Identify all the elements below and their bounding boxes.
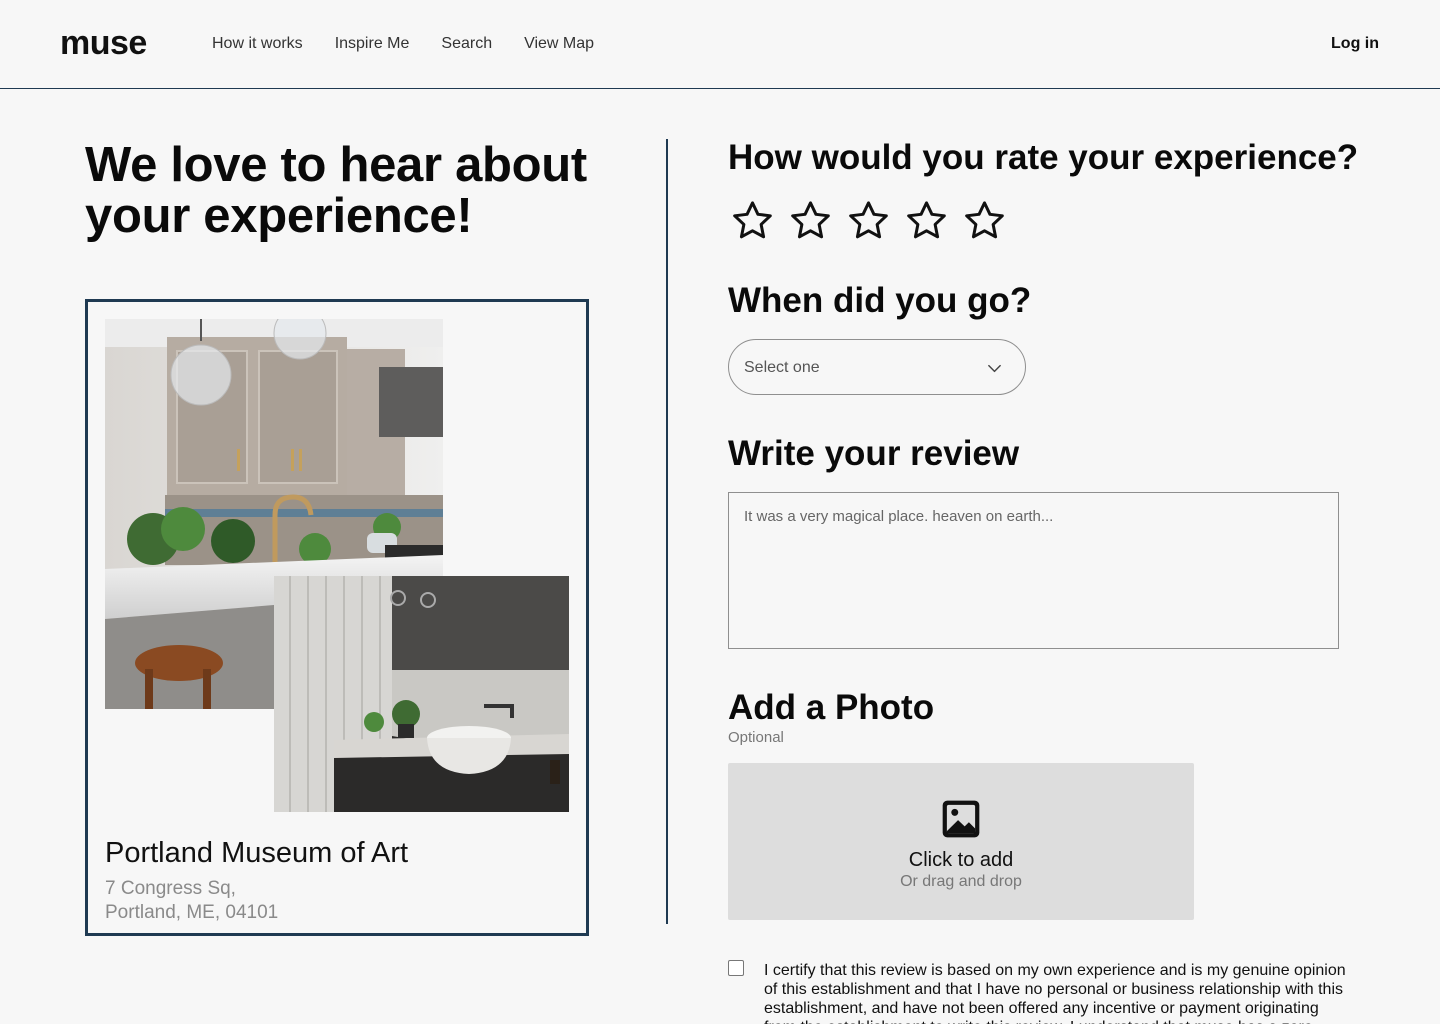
login-link[interactable]: Log in [1331, 35, 1379, 53]
top-navigation-bar: muse How it works Inspire Me Search View… [0, 0, 1440, 89]
star-outline-icon[interactable] [846, 198, 891, 243]
star-outline-icon[interactable] [962, 198, 1007, 243]
star-outline-icon[interactable] [730, 198, 775, 243]
place-card: Portland Museum of Art 7 Congress Sq, Po… [85, 299, 589, 936]
main-nav: How it works Inspire Me Search View Map [212, 35, 594, 53]
optional-label: Optional [728, 729, 784, 746]
muse-logo[interactable]: muse [60, 24, 147, 63]
star-outline-icon[interactable] [788, 198, 833, 243]
place-address: 7 Congress Sq, Portland, ME, 04101 [105, 877, 278, 925]
image-icon [942, 800, 980, 838]
nav-search[interactable]: Search [441, 35, 492, 53]
review-heading: Write your review [728, 434, 1020, 473]
photo-upload-dropzone[interactable]: Click to add Or drag and drop [728, 763, 1194, 920]
page-title-line-2: your experience! [85, 189, 473, 243]
visit-date-select-value: Select one [744, 359, 820, 376]
review-placeholder: It was a very magical place. heaven on e… [744, 508, 1054, 525]
place-address-line-1: 7 Congress Sq, [105, 878, 236, 899]
star-outline-icon[interactable] [904, 198, 949, 243]
review-textarea[interactable]: It was a very magical place. heaven on e… [728, 492, 1339, 649]
visit-date-question: When did you go? [728, 281, 1032, 320]
upload-subtext: Or drag and drop [900, 873, 1022, 890]
bathroom-photo [274, 576, 569, 812]
vertical-divider [666, 139, 668, 924]
star-rating [730, 198, 1007, 243]
nav-how-it-works[interactable]: How it works [212, 35, 303, 53]
chevron-down-icon [988, 364, 1001, 373]
certify-text: I certify that this review is based on m… [764, 962, 1346, 1024]
certify-checkbox[interactable] [728, 960, 744, 976]
rating-question: How would you rate your experience? [728, 138, 1359, 177]
nav-inspire-me[interactable]: Inspire Me [335, 35, 410, 53]
add-photo-heading: Add a Photo [728, 688, 935, 727]
page-title-line-1: We love to hear about [85, 138, 587, 192]
place-address-line-2: Portland, ME, 04101 [105, 902, 279, 923]
visit-date-select[interactable]: Select one [728, 339, 1026, 395]
nav-view-map[interactable]: View Map [524, 35, 594, 53]
place-name: Portland Museum of Art [105, 837, 409, 869]
upload-cta: Click to add [908, 849, 1014, 871]
page-title: We love to hear about your experience! [85, 140, 645, 242]
